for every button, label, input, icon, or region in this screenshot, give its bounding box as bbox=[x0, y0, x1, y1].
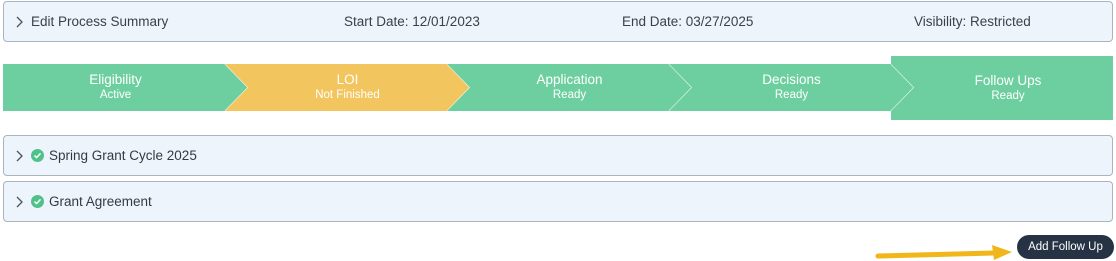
section-spring-grant-cycle[interactable]: Spring Grant Cycle 2025 bbox=[3, 135, 1113, 176]
section-label: Spring Grant Cycle 2025 bbox=[49, 148, 197, 163]
step-follow-ups-status: Ready bbox=[991, 90, 1025, 102]
step-loi-status: Not Finished bbox=[315, 89, 380, 101]
step-decisions-title: Decisions bbox=[762, 72, 821, 87]
step-eligibility[interactable]: Eligibility Active bbox=[3, 64, 248, 111]
step-application[interactable]: Application Ready bbox=[447, 64, 692, 111]
section-grant-agreement[interactable]: Grant Agreement bbox=[3, 181, 1113, 222]
start-date: Start Date: 12/01/2023 bbox=[344, 14, 480, 29]
end-date: End Date: 03/27/2025 bbox=[622, 14, 754, 29]
process-stepper: Eligibility Active LOI Not Finished Appl… bbox=[3, 56, 1113, 120]
section-label: Grant Agreement bbox=[49, 194, 152, 209]
step-loi-title: LOI bbox=[336, 72, 359, 87]
chevron-right-icon bbox=[13, 195, 27, 209]
visibility-status: Visibility: Restricted bbox=[914, 14, 1031, 29]
process-summary-bar: Edit Process Summary Start Date: 12/01/2… bbox=[3, 1, 1113, 42]
step-decisions-status: Ready bbox=[774, 89, 809, 101]
step-eligibility-status: Active bbox=[99, 89, 132, 101]
step-follow-ups[interactable]: Follow Ups Ready bbox=[891, 56, 1113, 120]
step-follow-ups-title: Follow Ups bbox=[974, 73, 1042, 88]
add-follow-up-button[interactable]: Add Follow Up bbox=[1017, 235, 1114, 259]
check-circle-icon bbox=[31, 195, 44, 208]
step-decisions[interactable]: Decisions Ready bbox=[669, 64, 914, 111]
arrow-shape-icon bbox=[875, 245, 1012, 260]
chevron-right-icon bbox=[13, 149, 27, 163]
step-application-status: Ready bbox=[552, 89, 587, 101]
edit-process-summary-toggle[interactable]: Edit Process Summary bbox=[13, 14, 168, 29]
step-loi[interactable]: LOI Not Finished bbox=[225, 64, 470, 111]
step-eligibility-title: Eligibility bbox=[89, 72, 142, 87]
step-application-title: Application bbox=[536, 72, 603, 87]
chevron-right-icon bbox=[13, 15, 27, 29]
check-circle-icon bbox=[31, 149, 44, 162]
edit-process-summary-label: Edit Process Summary bbox=[31, 14, 169, 29]
